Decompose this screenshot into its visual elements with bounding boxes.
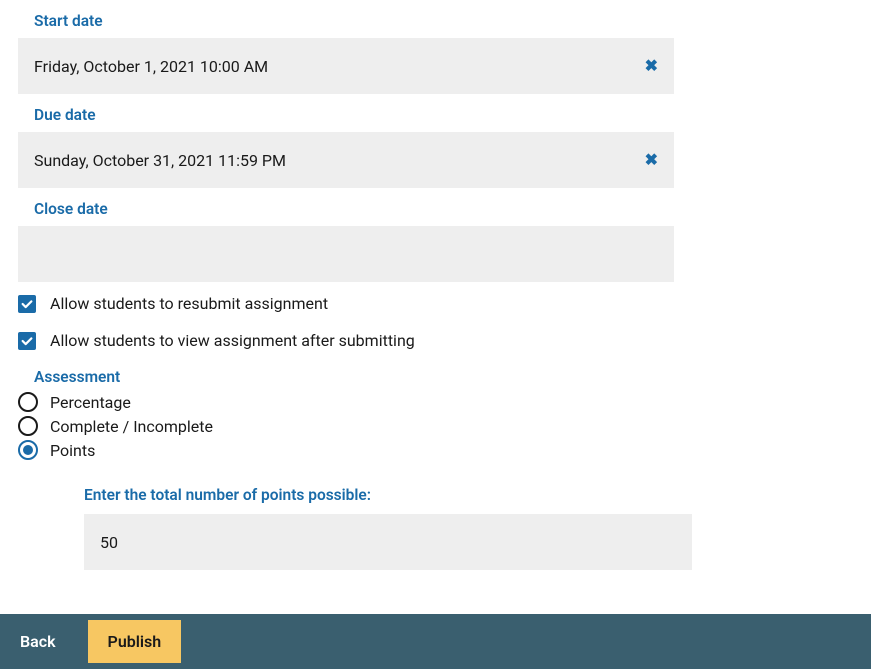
footer-bar: Back Publish	[0, 614, 871, 669]
points-input-label: Enter the total number of points possibl…	[84, 486, 692, 504]
check-icon	[20, 297, 34, 311]
clear-due-date-icon[interactable]: ✖	[645, 152, 658, 168]
radio-label-points: Points	[50, 441, 95, 460]
due-date-input[interactable]	[18, 132, 674, 188]
allow-resubmit-label: Allow students to resubmit assignment	[50, 294, 328, 313]
start-date-input[interactable]	[18, 38, 674, 94]
check-icon	[20, 334, 34, 348]
radio-icon	[18, 392, 38, 412]
radio-icon	[18, 440, 38, 460]
back-button[interactable]: Back	[20, 632, 56, 651]
radio-icon	[18, 416, 38, 436]
allow-resubmit-checkbox[interactable]	[18, 295, 36, 313]
assessment-heading: Assessment	[34, 368, 853, 386]
clear-start-date-icon[interactable]: ✖	[645, 58, 658, 74]
allow-view-after-submit-label: Allow students to view assignment after …	[50, 331, 415, 350]
allow-view-after-submit-checkbox[interactable]	[18, 332, 36, 350]
radio-label-complete: Complete / Incomplete	[50, 417, 213, 436]
close-date-label: Close date	[34, 200, 853, 218]
radio-label-percentage: Percentage	[50, 393, 131, 412]
assessment-radio-percentage[interactable]: Percentage	[18, 392, 853, 412]
assessment-radio-points[interactable]: Points	[18, 440, 853, 460]
due-date-label: Due date	[34, 106, 853, 124]
start-date-label: Start date	[34, 12, 853, 30]
close-date-input[interactable]	[18, 226, 674, 282]
publish-button[interactable]: Publish	[88, 620, 182, 663]
points-input[interactable]	[84, 514, 692, 570]
assessment-radio-complete[interactable]: Complete / Incomplete	[18, 416, 853, 436]
